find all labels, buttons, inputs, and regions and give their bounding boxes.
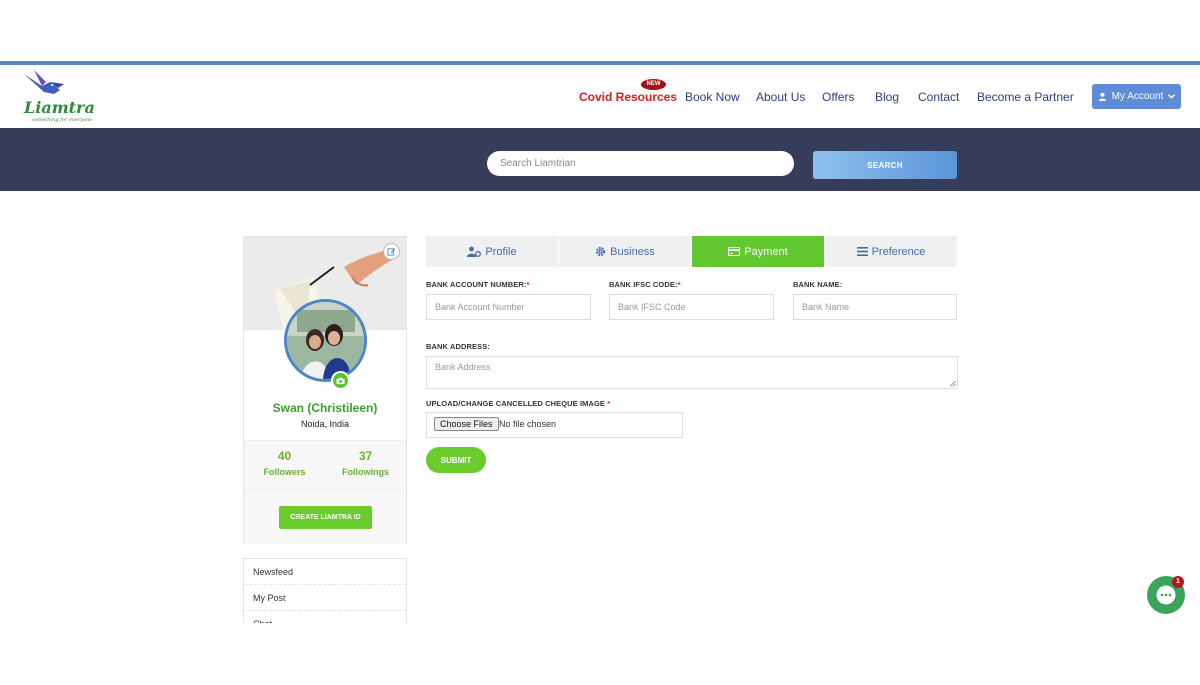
tab-preference[interactable]: Preference: [825, 236, 957, 267]
user-icon: [1098, 92, 1106, 101]
bank-name-label: BANK NAME:: [793, 280, 843, 289]
bank-name-input[interactable]: [793, 294, 957, 320]
my-account-button[interactable]: My Account: [1092, 84, 1181, 109]
search-input[interactable]: [487, 151, 794, 176]
nav-become-partner[interactable]: Become a Partner: [977, 90, 1074, 104]
new-badge: NEW: [641, 79, 666, 90]
nav-book-now[interactable]: Book Now: [685, 90, 740, 104]
submit-button[interactable]: SUBMIT: [426, 447, 486, 473]
nav-offers[interactable]: Offers: [822, 90, 854, 104]
followers-label: Followers: [263, 467, 306, 477]
menu-item-my-post[interactable]: My Post: [244, 585, 406, 611]
bank-account-input[interactable]: [426, 294, 591, 320]
tab-payment[interactable]: Payment: [692, 236, 824, 267]
followings-label: Followings: [342, 467, 389, 477]
page-bottom: [0, 623, 1200, 685]
avatar: [284, 299, 367, 382]
bank-account-label: BANK ACCOUNT NUMBER:*: [426, 280, 530, 289]
ifsc-label: BANK IFSC CODE:*: [609, 280, 681, 289]
menu-item-newsfeed[interactable]: Newsfeed: [244, 559, 406, 585]
nav-blog[interactable]: Blog: [875, 90, 899, 104]
chat-bubble-icon: [1156, 585, 1176, 605]
tab-preference-label: Preference: [871, 245, 926, 258]
tab-business[interactable]: Business: [559, 236, 691, 267]
brand-logo[interactable]: Liamtra something for everyone: [20, 68, 95, 128]
create-liamtra-id-button[interactable]: CREATE LIAMTRA ID: [279, 506, 372, 529]
ifsc-input[interactable]: [609, 294, 774, 320]
brand-tagline: something for everyone: [32, 117, 93, 123]
nav-about-us[interactable]: About Us: [756, 90, 805, 104]
change-photo-button[interactable]: [331, 371, 350, 390]
avatar-photo: [287, 302, 364, 379]
profile-location: Noida, India: [300, 419, 350, 429]
bank-address-label: BANK ADDRESS:: [426, 342, 490, 351]
list-icon: [856, 247, 868, 256]
nav-covid-resources[interactable]: Covid Resources: [579, 90, 677, 104]
chat-unread-badge: 1: [1172, 576, 1184, 588]
resize-handle-icon[interactable]: [949, 380, 956, 387]
edit-icon: [387, 248, 396, 256]
followers-count: 40: [277, 449, 292, 463]
search-button[interactable]: SEARCH: [813, 151, 957, 179]
tab-profile-label: Profile: [485, 245, 517, 258]
followers-stat[interactable]: 40 Followers: [244, 449, 325, 477]
profile-stats: 40 Followers 37 Followings: [244, 440, 406, 490]
profile-name: Swan (Christileen): [272, 401, 378, 415]
followings-count: 37: [358, 449, 373, 463]
bank-address-textarea[interactable]: [426, 356, 958, 389]
my-account-label: My Account: [1111, 91, 1164, 102]
gear-icon: [596, 246, 606, 257]
camera-icon: [336, 377, 345, 384]
choose-files-button[interactable]: Choose Files: [434, 417, 499, 431]
create-id-area: CREATE LIAMTRA ID: [244, 490, 406, 544]
cheque-upload-label: UPLOAD/CHANGE CANCELLED CHEQUE IMAGE *: [426, 399, 611, 408]
followings-stat[interactable]: 37 Followings: [325, 449, 406, 477]
settings-tabs: Profile Business Payment Preference: [426, 236, 957, 267]
tab-profile[interactable]: Profile: [426, 236, 558, 267]
chevron-down-icon: [1168, 94, 1176, 99]
tab-payment-label: Payment: [744, 245, 788, 258]
side-menu: Newsfeed My Post Chat: [243, 558, 407, 628]
nav-contact[interactable]: Contact: [918, 90, 959, 104]
edit-cover-button[interactable]: [383, 243, 400, 260]
profile-card: Swan (Christileen) Noida, India 40 Follo…: [243, 236, 407, 544]
tab-business-label: Business: [610, 245, 655, 258]
user-cog-icon: [467, 246, 482, 257]
brand-name: Liamtra: [24, 98, 95, 117]
file-status-text: No file chosen: [499, 419, 557, 429]
credit-card-icon: [728, 247, 741, 256]
cheque-file-input: Choose Files No file chosen: [426, 412, 683, 438]
